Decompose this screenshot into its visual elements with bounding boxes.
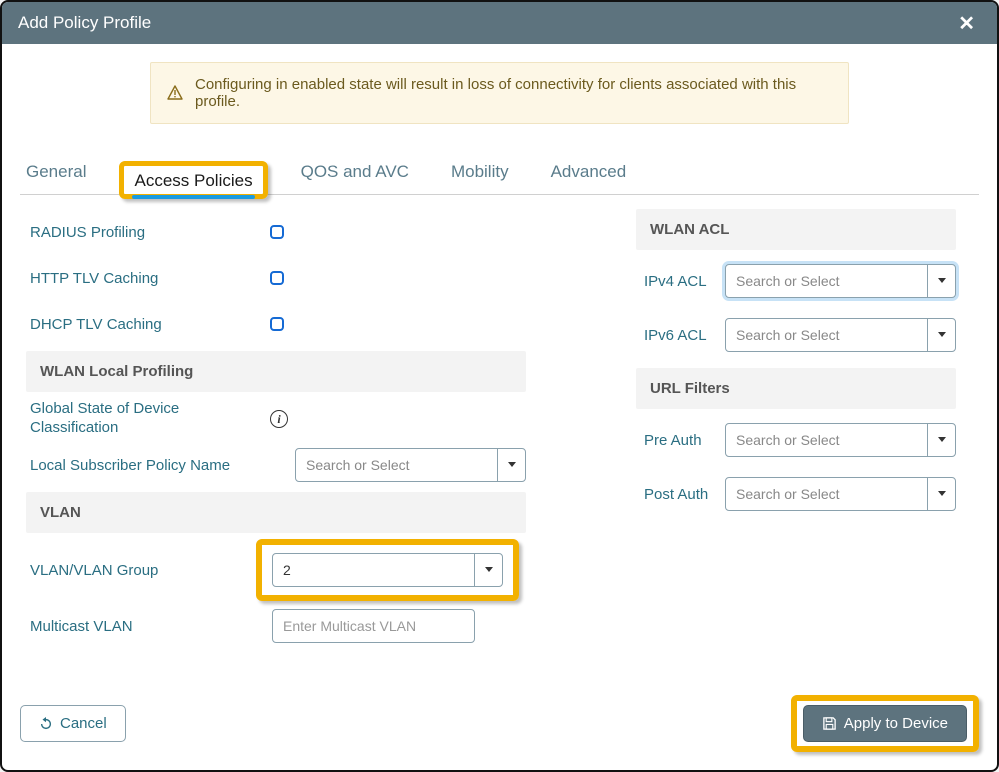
label-global-state: Global State of Device Classification	[30, 400, 270, 438]
input-vlan-group[interactable]	[273, 554, 474, 586]
row-multicast-vlan: Multicast VLAN	[26, 603, 526, 649]
combo-post-auth[interactable]	[725, 477, 956, 511]
combo-pre-auth[interactable]	[725, 423, 956, 457]
combo-ipv4-acl[interactable]	[725, 264, 956, 298]
checkbox-dhcp-tlv[interactable]	[270, 317, 284, 331]
header-vlan: VLAN	[26, 492, 526, 533]
right-column: WLAN ACL IPv4 ACL IPv6 ACL	[636, 209, 956, 649]
info-icon[interactable]: i	[270, 410, 288, 428]
tab-qos-avc[interactable]: QOS and AVC	[297, 152, 413, 194]
row-ipv6-acl: IPv6 ACL	[636, 308, 956, 362]
row-http-tlv: HTTP TLV Caching	[26, 255, 526, 301]
dialog-add-policy-profile: Add Policy Profile ✕ Configuring in enab…	[0, 0, 999, 772]
tab-bar: General Access Policies QOS and AVC Mobi…	[20, 152, 979, 195]
warning-banner: Configuring in enabled state will result…	[150, 62, 849, 124]
label-ipv6-acl: IPv6 ACL	[640, 327, 725, 344]
row-radius-profiling: RADIUS Profiling	[26, 209, 526, 255]
input-ipv6-acl[interactable]	[726, 319, 927, 351]
chevron-down-icon[interactable]	[497, 449, 525, 481]
label-post-auth: Post Auth	[640, 486, 725, 503]
chevron-down-icon[interactable]	[927, 424, 955, 456]
header-wlan-acl: WLAN ACL	[636, 209, 956, 250]
combo-local-subscriber[interactable]	[295, 448, 526, 482]
input-multicast-vlan[interactable]	[272, 609, 475, 643]
apply-to-device-button[interactable]: Apply to Device	[803, 705, 967, 742]
apply-button-label: Apply to Device	[844, 715, 948, 732]
form-body: RADIUS Profiling HTTP TLV Caching DHCP T…	[20, 195, 979, 649]
checkbox-http-tlv[interactable]	[270, 271, 284, 285]
label-dhcp-tlv: DHCP TLV Caching	[30, 316, 270, 333]
row-global-state: Global State of Device Classification i	[26, 396, 526, 442]
input-ipv4-acl[interactable]	[726, 265, 927, 297]
dialog-footer: Cancel Apply to Device	[2, 679, 997, 770]
left-column: RADIUS Profiling HTTP TLV Caching DHCP T…	[26, 209, 526, 649]
chevron-down-icon[interactable]	[927, 319, 955, 351]
input-pre-auth[interactable]	[726, 424, 927, 456]
close-icon[interactable]: ✕	[952, 11, 981, 36]
chevron-down-icon[interactable]	[927, 478, 955, 510]
label-http-tlv: HTTP TLV Caching	[30, 270, 270, 287]
cancel-button-label: Cancel	[60, 715, 107, 732]
checkbox-radius-profiling[interactable]	[270, 225, 284, 239]
warning-icon	[167, 85, 183, 101]
tab-mobility[interactable]: Mobility	[447, 152, 513, 194]
label-pre-auth: Pre Auth	[640, 432, 725, 449]
input-post-auth[interactable]	[726, 478, 927, 510]
row-ipv4-acl: IPv4 ACL	[636, 254, 956, 308]
window-title: Add Policy Profile	[18, 13, 151, 33]
tab-advanced[interactable]: Advanced	[547, 152, 631, 194]
row-dhcp-tlv: DHCP TLV Caching	[26, 301, 526, 347]
label-multicast-vlan: Multicast VLAN	[30, 618, 270, 635]
header-wlan-local-profiling: WLAN Local Profiling	[26, 351, 526, 392]
combo-ipv6-acl[interactable]	[725, 318, 956, 352]
chevron-down-icon[interactable]	[927, 265, 955, 297]
header-url-filters: URL Filters	[636, 368, 956, 409]
highlight-vlan-group	[256, 539, 519, 601]
row-pre-auth: Pre Auth	[636, 413, 956, 467]
tab-access-policies[interactable]: Access Policies	[130, 161, 256, 202]
tab-general[interactable]: General	[22, 152, 90, 194]
save-icon	[822, 716, 837, 731]
chevron-down-icon[interactable]	[474, 554, 502, 586]
row-local-subscriber: Local Subscriber Policy Name	[26, 442, 526, 488]
cancel-button[interactable]: Cancel	[20, 705, 126, 742]
highlight-access-policies: Access Policies	[119, 161, 267, 199]
dialog-content: Configuring in enabled state will result…	[2, 44, 997, 679]
label-radius-profiling: RADIUS Profiling	[30, 224, 270, 241]
undo-icon	[39, 717, 53, 731]
combo-vlan-group[interactable]	[272, 553, 503, 587]
title-bar: Add Policy Profile ✕	[2, 2, 997, 44]
row-vlan-group: VLAN/VLAN Group	[26, 537, 526, 603]
label-vlan-group: VLAN/VLAN Group	[30, 562, 270, 579]
warning-text: Configuring in enabled state will result…	[195, 76, 832, 110]
label-local-subscriber: Local Subscriber Policy Name	[30, 457, 265, 474]
label-ipv4-acl: IPv4 ACL	[640, 273, 725, 290]
row-post-auth: Post Auth	[636, 467, 956, 521]
input-local-subscriber[interactable]	[296, 449, 497, 481]
highlight-apply: Apply to Device	[791, 695, 979, 752]
